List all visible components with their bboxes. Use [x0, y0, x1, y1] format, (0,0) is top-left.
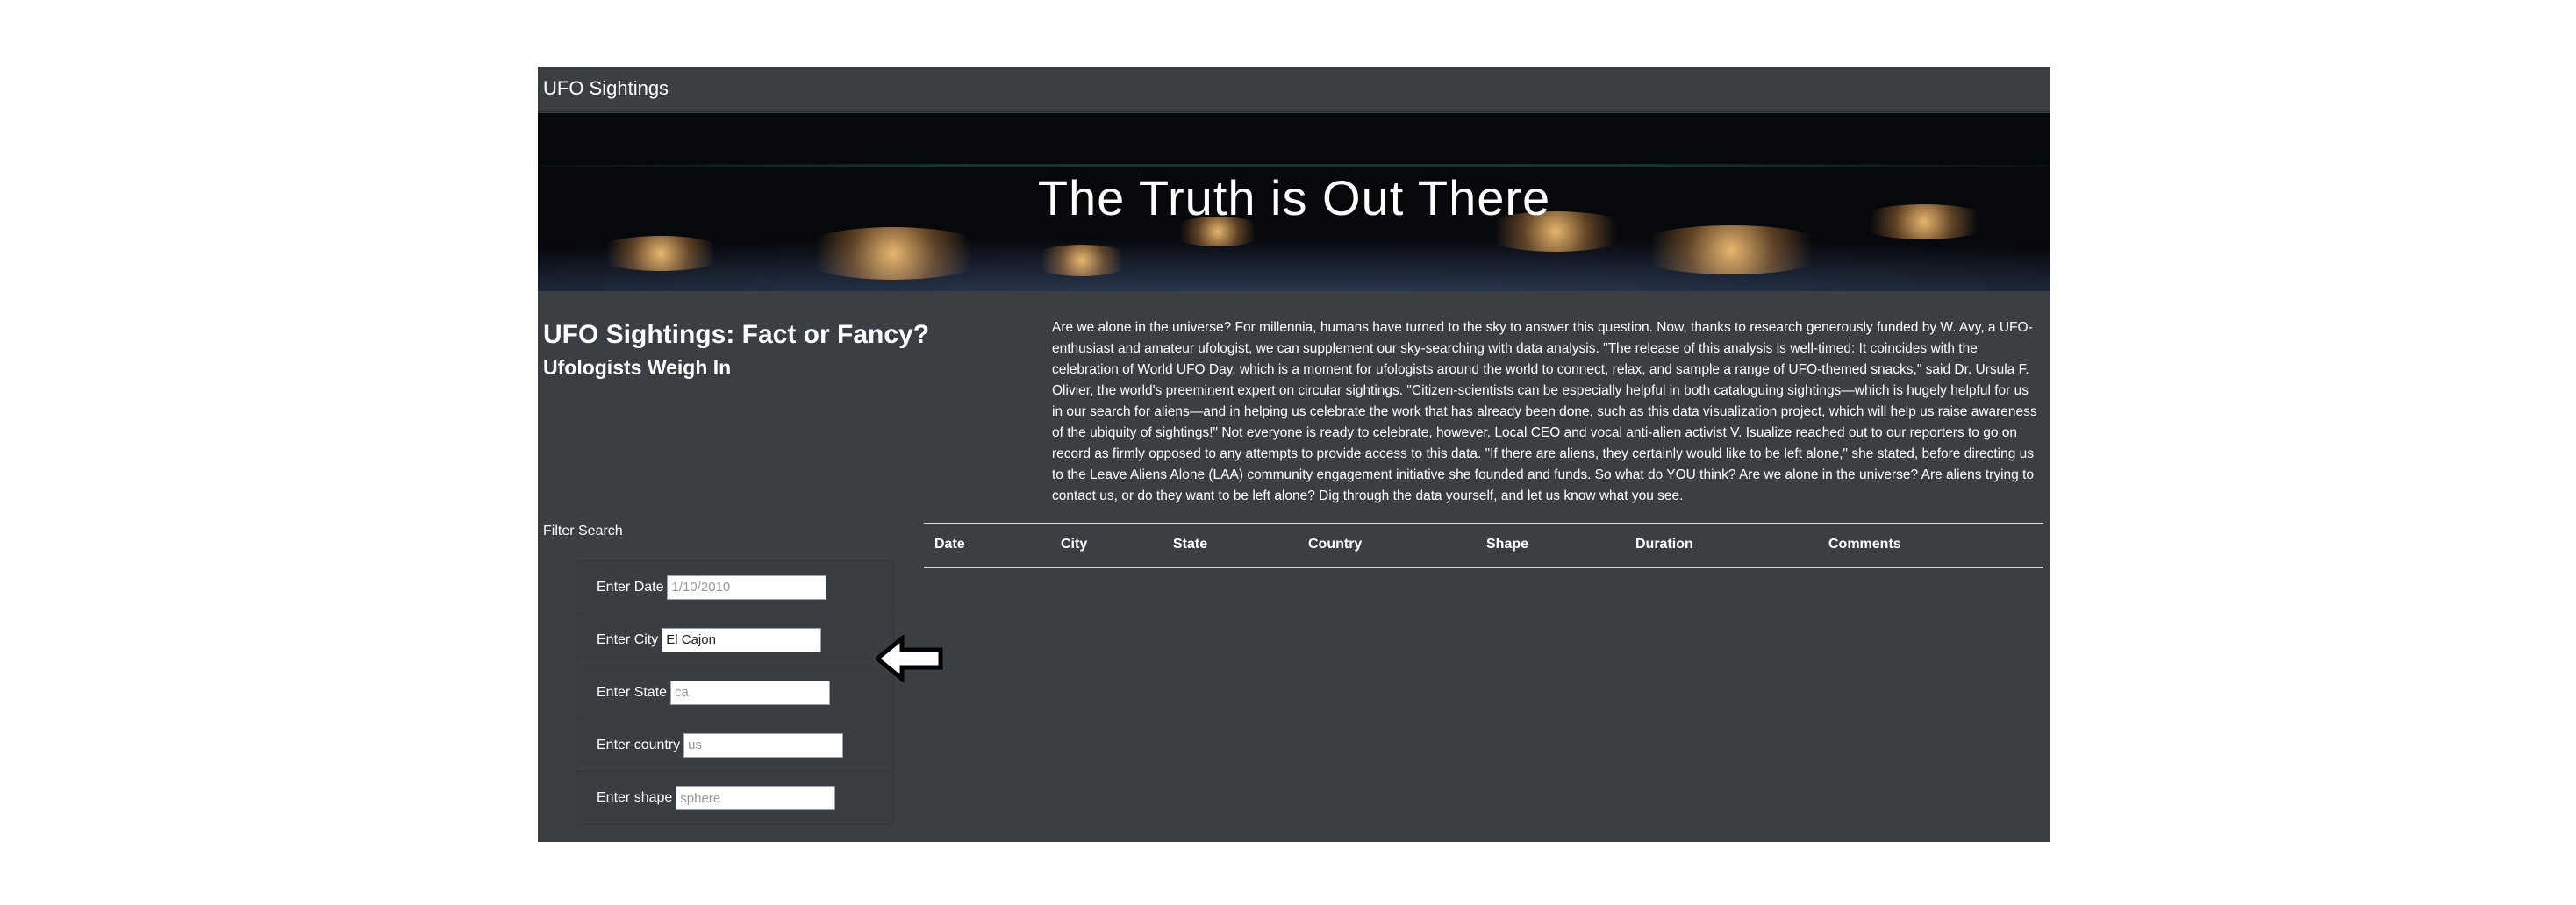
column-header-comments: Comments — [1828, 537, 1901, 552]
city-lights — [792, 227, 994, 280]
filter-list: Enter Date Enter City Enter State Enter … — [576, 560, 943, 825]
navbar-brand[interactable]: UFO Sightings — [543, 77, 669, 100]
column-header-country: Country — [1308, 537, 1363, 552]
article-heading-small: Ufologists Weigh In — [543, 356, 732, 379]
earth-horizon — [538, 164, 2050, 167]
hero-banner: The Truth is Out There — [538, 113, 2050, 291]
filter-item-country: Enter country — [577, 719, 893, 772]
column-header-duration: Duration — [1635, 537, 1693, 552]
column-header-state: State — [1173, 537, 1208, 552]
city-lights — [1029, 245, 1134, 276]
country-input[interactable] — [683, 732, 844, 758]
article-heading-strong: UFO Sightings: Fact or Fancy? — [543, 320, 930, 349]
city-label: Enter City — [597, 631, 659, 647]
column-header-date: Date — [934, 537, 965, 552]
article-body: Are we alone in the universe? For millen… — [1052, 320, 2037, 503]
country-label: Enter country — [597, 737, 681, 752]
filter-item-shape: Enter shape — [577, 772, 893, 824]
hero-title: The Truth is Out There — [1037, 170, 1551, 225]
date-input[interactable] — [667, 574, 827, 600]
table-header-row: Date City State Country Shape Duration C… — [924, 523, 2043, 567]
state-label: Enter State — [597, 684, 668, 700]
column-header-shape: Shape — [1486, 537, 1529, 552]
filter-item-city: Enter City — [577, 614, 943, 682]
ufo-table-container: Date City State Country Shape Duration C… — [924, 523, 2043, 568]
ufo-table: Date City State Country Shape Duration C… — [924, 523, 2043, 568]
filter-search-title: Filter Search — [543, 524, 623, 538]
date-label: Enter Date — [597, 579, 664, 595]
page-container: UFO Sightings The Truth is Out There UFO… — [538, 67, 2050, 842]
filter-item-state: Enter State — [577, 666, 893, 719]
filter-item-date: Enter Date — [577, 561, 893, 614]
city-input[interactable] — [662, 627, 822, 652]
shape-label: Enter shape — [597, 790, 673, 805]
navbar: UFO Sightings — [538, 67, 2050, 112]
state-input[interactable] — [670, 680, 831, 705]
column-header-city: City — [1061, 537, 1088, 552]
shape-input[interactable] — [676, 786, 836, 810]
article-heading: UFO Sightings: Fact or Fancy? Ufologists… — [543, 319, 999, 383]
city-lights — [590, 236, 731, 271]
city-lights — [1626, 225, 1836, 274]
